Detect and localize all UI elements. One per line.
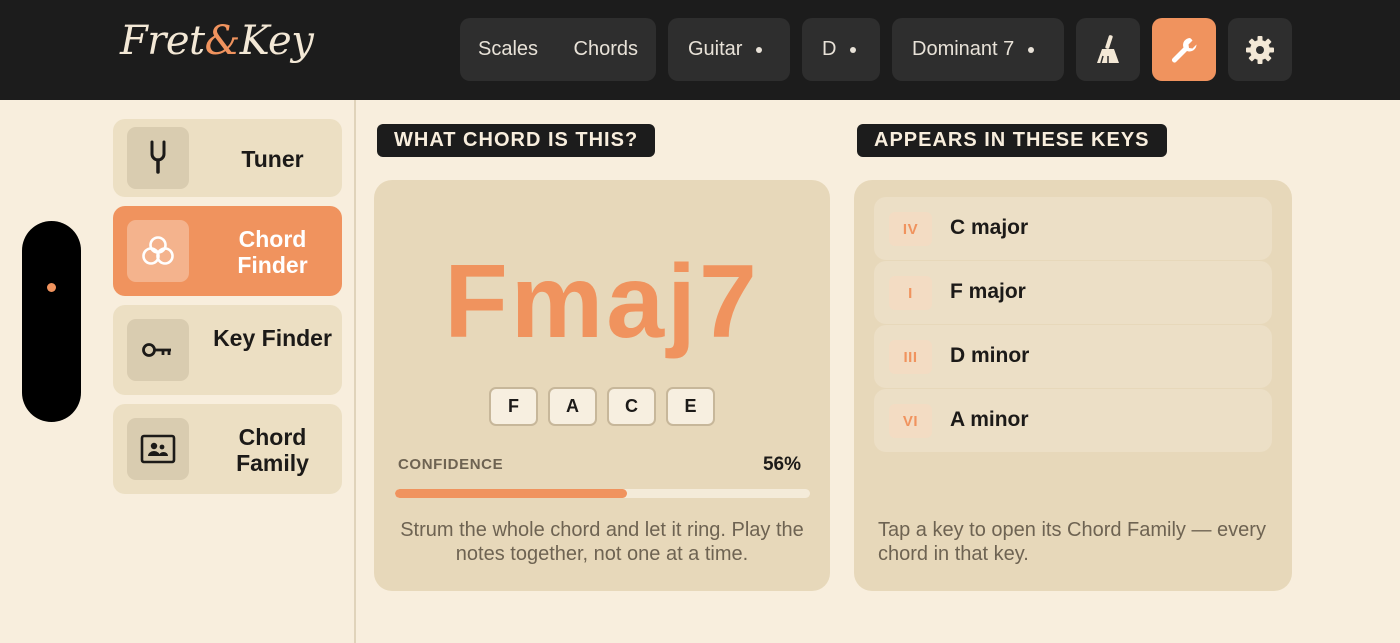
sidebar-icon-box [127,220,189,282]
sidebar-divider [354,100,356,643]
dropdown-dot-icon [756,46,763,53]
keys-hint-text: Tap a key to open its Chord Family — eve… [878,519,1266,565]
key-icon [142,343,171,357]
top-bar: Fret&Key Scales Chords Guitar D Dominant… [0,0,1400,100]
key-name: A minor [950,408,1029,431]
roman-numeral-badge: I [889,276,932,310]
circles-icon [142,236,174,265]
instrument-dropdown[interactable]: Guitar [668,18,790,81]
chord-hint-text: Strum the whole chord and let it ring. P… [400,519,804,565]
settings-button[interactable] [1228,18,1292,81]
dropdown-dot-icon [1028,46,1035,53]
sidebar-item-tuner[interactable]: Tuner [113,119,342,197]
chord-notes: F A C E [489,387,715,426]
app-logo: Fret&Key [120,18,314,64]
note-chip: F [489,387,538,426]
tab-chords[interactable]: Chords [574,38,638,61]
quality-dropdown[interactable]: Dominant 7 [892,18,1064,81]
key-row-f-major[interactable]: I F major [874,261,1272,324]
sidebar-item-label: Chord Finder [237,226,308,278]
gear-icon [1246,35,1274,64]
rail-indicator-dot [47,283,56,292]
dropdown-dot-icon [850,46,857,53]
keys-card: IV C major I F major III D minor VI A mi… [854,180,1292,591]
note-chip: C [607,387,656,426]
roman-numeral-badge: IV [889,212,932,246]
wrench-icon [1172,37,1197,62]
instrument-label: Guitar [688,38,743,60]
confidence-label: CONFIDENCE [398,456,504,473]
sidebar-icon-box [127,418,189,480]
key-name: D minor [950,344,1030,367]
keys-panel-heading: APPEARS IN THESE KEYS [857,124,1167,157]
sidebar-item-chord-family[interactable]: Chord Family [113,404,342,494]
note-chip: E [666,387,715,426]
confidence-value: 56% [762,454,801,475]
clear-button[interactable] [1076,18,1140,81]
note-chip: A [548,387,597,426]
key-row-c-major[interactable]: IV C major [874,197,1272,260]
confidence-bar-fill [395,489,628,498]
contact-card-icon [140,434,176,464]
key-label: D [822,38,837,60]
roman-numeral-badge: VI [889,404,932,438]
broom-icon [1097,34,1119,63]
sidebar-item-label: Key Finder [213,325,332,351]
sidebar-item-label: Chord Family [236,424,309,476]
key-row-a-minor[interactable]: VI A minor [874,389,1272,452]
sidebar-item-label: Tuner [241,146,304,172]
tools-button[interactable] [1152,18,1216,81]
tuning-fork-icon [150,140,166,174]
detected-chord-name: Fmaj7 [444,244,760,360]
chord-panel-heading: WHAT CHORD IS THIS? [377,124,656,157]
side-rail-handle[interactable] [22,221,81,422]
chord-result-card: Fmaj7 F A C E CONFIDENCE 56% Strum the w… [374,180,830,591]
sidebar-item-key-finder[interactable]: Key Finder [113,305,342,395]
key-name: F major [950,280,1026,303]
key-name: C major [950,216,1029,239]
sidebar-icon-box [127,127,189,189]
sidebar-icon-box [127,319,189,381]
tab-scales[interactable]: Scales [478,38,538,61]
mode-segmented-control: Scales Chords [460,18,656,81]
key-dropdown[interactable]: D [802,18,880,81]
quality-label: Dominant 7 [912,38,1015,60]
confidence-bar [395,489,810,498]
sidebar-item-chord-finder[interactable]: Chord Finder [113,206,342,296]
roman-numeral-badge: III [889,340,932,374]
key-row-d-minor[interactable]: III D minor [874,325,1272,388]
